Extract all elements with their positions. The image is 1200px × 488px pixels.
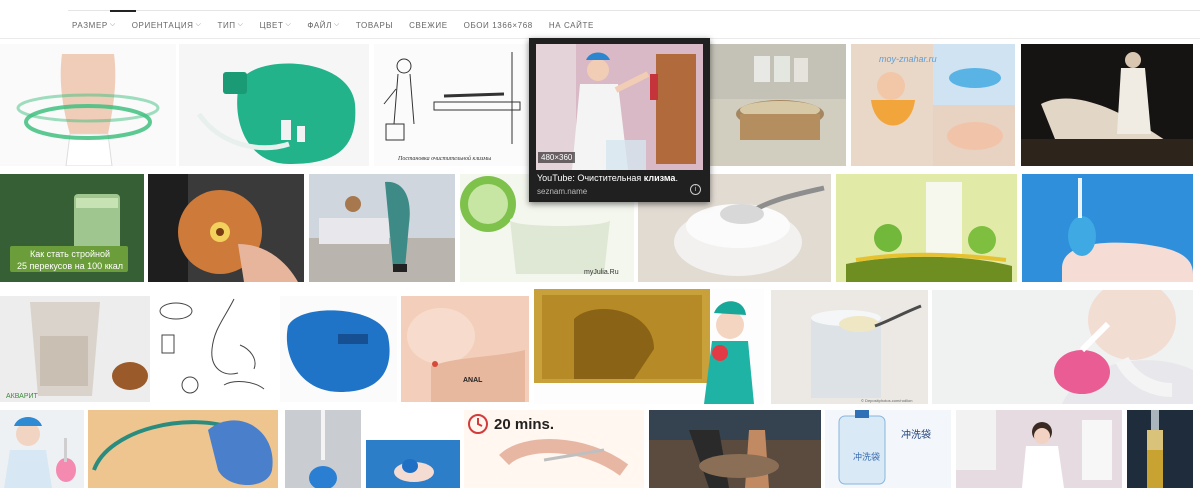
- image-tile[interactable]: [956, 410, 1122, 488]
- image-tile[interactable]: Постановка очистительной клизмы: [374, 44, 528, 166]
- image-hospital-bed: [309, 174, 455, 282]
- image-tile[interactable]: 20 mins.: [464, 410, 644, 488]
- image-nurse-illustration: [534, 289, 764, 404]
- image-tile[interactable]: [148, 174, 304, 282]
- image-clinic-room: [956, 410, 1122, 488]
- image-tile[interactable]: [534, 289, 764, 404]
- image-nurse-blue-cap: [0, 410, 84, 488]
- image-orange-bulb: [148, 174, 304, 282]
- image-child-collage: moy-znahar.ru: [851, 44, 1015, 166]
- image-syringe: [1127, 410, 1193, 488]
- image-tile[interactable]: [649, 410, 821, 488]
- filter-orientation[interactable]: ОРИЕНТАЦИЯ ⌵: [132, 14, 209, 36]
- image-blue-hot-water-bottle: [280, 296, 397, 402]
- filter-size[interactable]: РАЗМЕР ⌵: [72, 10, 136, 36]
- image-tile[interactable]: [0, 44, 176, 166]
- chevron-down-icon: ⌵: [334, 21, 340, 28]
- filter-wallpaper[interactable]: ОБОИ 1366×768: [464, 14, 540, 36]
- image-tile[interactable]: [1022, 174, 1193, 282]
- image-blue-tube-bag: [88, 410, 278, 488]
- svg-text:Постановка очистительной клизм: Постановка очистительной клизмы: [397, 155, 491, 162]
- filter-type[interactable]: ТИП ⌵: [217, 14, 250, 36]
- preview-domain[interactable]: seznam.name: [537, 187, 587, 196]
- image-tile[interactable]: ANAL: [401, 296, 529, 402]
- chevron-down-icon: ⌵: [285, 21, 292, 28]
- image-hover-preview[interactable]: 480×360 YouTube: Очистительная клизма. s…: [529, 38, 710, 202]
- image-waist-fitness: [0, 44, 176, 166]
- image-tile[interactable]: [154, 289, 274, 404]
- filter-file[interactable]: ФАЙЛ ⌵: [307, 14, 347, 36]
- image-instruction-diagram: [154, 289, 274, 404]
- image-blue-nozzle: [285, 410, 361, 488]
- image-tile[interactable]: [285, 410, 361, 488]
- image-tile[interactable]: [710, 44, 846, 166]
- image-street-scene: [649, 410, 821, 488]
- image-tile[interactable]: [88, 410, 278, 488]
- image-green-bag: [179, 44, 369, 166]
- image-tile[interactable]: [309, 174, 455, 282]
- image-blue-bulb-hand: [1022, 174, 1193, 282]
- image-dimensions-badge: 480×360: [538, 152, 576, 163]
- image-procedure-drawing: Постановка очистительной клизмы: [374, 44, 528, 166]
- svg-text:ANAL: ANAL: [463, 377, 483, 384]
- image-skin-closeup: ANAL: [401, 296, 529, 402]
- image-tile[interactable]: АКВАРИТ: [0, 296, 150, 402]
- image-tile[interactable]: [1127, 410, 1193, 488]
- image-tile[interactable]: moy-znahar.ru: [851, 44, 1015, 166]
- preview-title[interactable]: YouTube: Очистительная клизма.: [537, 173, 678, 183]
- image-tile[interactable]: 冲洗袋 冲洗袋: [825, 410, 951, 488]
- filter-on-site[interactable]: НА САЙТЕ: [549, 14, 601, 36]
- svg-text:冲洗袋: 冲洗袋: [853, 451, 880, 462]
- filter-goods[interactable]: ТОВАРЫ: [356, 14, 400, 36]
- chevron-down-icon: ⌵: [109, 21, 116, 28]
- image-kefir-glass: АКВАРИТ: [0, 296, 150, 402]
- image-tile[interactable]: [366, 410, 460, 488]
- filter-color[interactable]: ЦВЕТ ⌵: [260, 14, 299, 36]
- filter-fresh[interactable]: СВЕЖИЕ: [409, 14, 455, 36]
- image-20-mins-illustration: 20 mins.: [464, 410, 644, 488]
- image-tile[interactable]: Как стать стройной 25 перекусов на 100 к…: [0, 174, 144, 282]
- image-glass-water-spoon: © Depositphotos.com/rodlion: [771, 290, 928, 404]
- image-blue-bulb-small: [366, 410, 460, 488]
- image-tile[interactable]: [836, 174, 1017, 282]
- svg-text:© Depositphotos.com/rodlion: © Depositphotos.com/rodlion: [861, 398, 912, 403]
- image-douche-bag-product: 冲洗袋 冲洗袋: [825, 410, 951, 488]
- image-tile[interactable]: [932, 290, 1193, 404]
- filter-bar: РАЗМЕР ⌵ ОРИЕНТАЦИЯ ⌵ ТИП ⌵ ЦВЕТ ⌵ ФАЙЛ ⌵ ТОВ…: [72, 10, 610, 36]
- svg-text:20 mins.: 20 mins.: [494, 416, 554, 433]
- chevron-down-icon: ⌵: [237, 21, 244, 28]
- svg-text:myJulia.Ru: myJulia.Ru: [584, 269, 619, 276]
- info-icon[interactable]: i: [690, 184, 701, 195]
- svg-text:冲洗袋: 冲洗袋: [901, 428, 931, 441]
- image-tile[interactable]: [280, 296, 397, 402]
- ad-text-line2: 25 перекусов на 100 ккал: [16, 261, 124, 271]
- image-tile[interactable]: [1021, 44, 1193, 166]
- image-tile[interactable]: [0, 410, 84, 488]
- image-tile[interactable]: [179, 44, 369, 166]
- chevron-down-icon: ⌵: [195, 21, 202, 28]
- image-doctor-pink-bulb: [932, 290, 1193, 404]
- image-bowl-jars: [710, 44, 846, 166]
- image-tile[interactable]: © Depositphotos.com/rodlion: [771, 290, 928, 404]
- image-milk-apples: [836, 174, 1017, 282]
- image-painting: [1021, 44, 1193, 166]
- svg-text:АКВАРИТ: АКВАРИТ: [6, 393, 39, 400]
- top-divider: [68, 10, 1200, 11]
- svg-text:moy-znahar.ru: moy-znahar.ru: [879, 54, 937, 64]
- ad-text-line1: Как стать стройной: [30, 249, 110, 259]
